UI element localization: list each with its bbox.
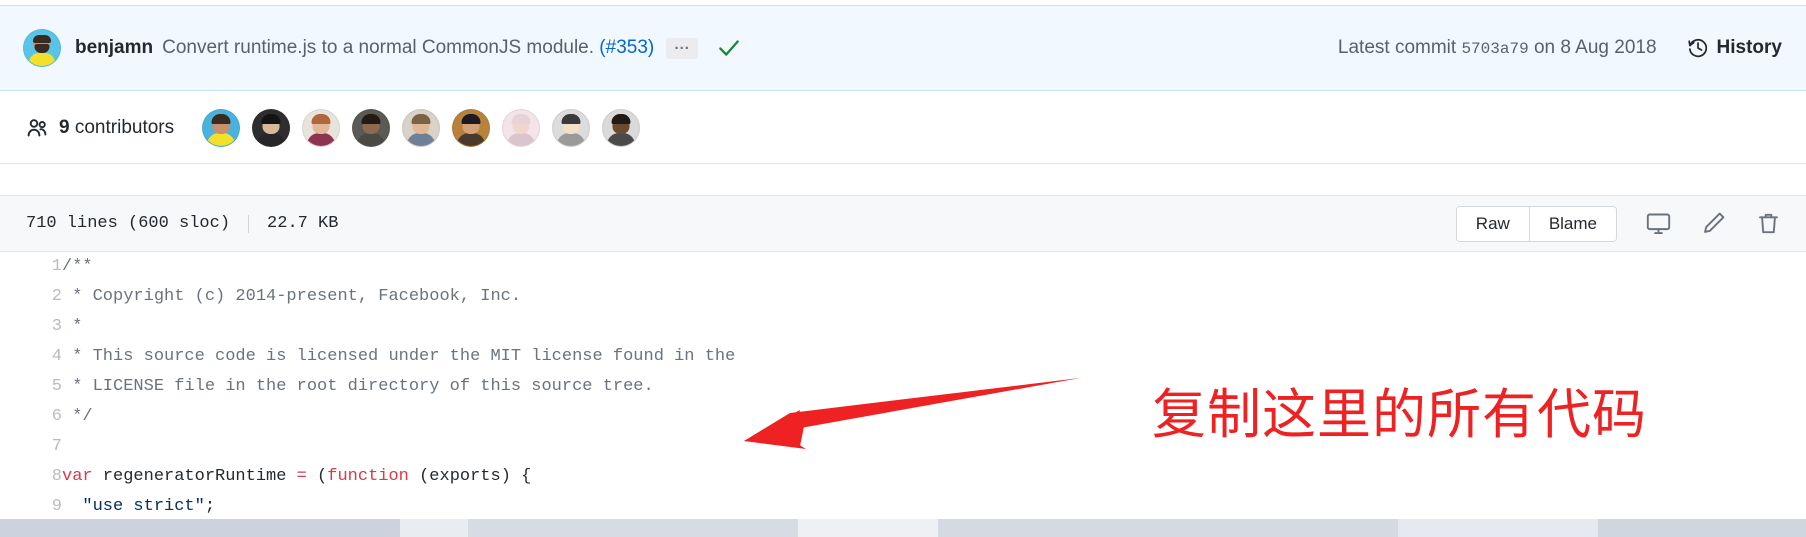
contributor-avatar[interactable] [352, 108, 391, 147]
code-token: function [327, 467, 409, 486]
commit-info-left: benjamn Convert runtime.js to a normal C… [0, 29, 1338, 67]
file-size: 22.7 KB [267, 214, 339, 233]
code-token: ( [306, 467, 328, 486]
line-number[interactable]: 9 [0, 492, 62, 522]
annotation-text: 复制这里的所有代码 [1152, 383, 1647, 446]
code-token: ; [204, 497, 216, 516]
line-number[interactable]: 4 [0, 342, 62, 372]
file-header-bar: 710 lines (600 sloc) 22.7 KB Raw Blame [0, 196, 1806, 252]
contributors-count-label[interactable]: 9 contributors [59, 117, 174, 139]
meta-divider [248, 214, 250, 233]
contributor-avatar[interactable] [452, 108, 491, 147]
line-number[interactable]: 5 [0, 372, 62, 402]
line-content: * [62, 312, 1806, 342]
history-link[interactable]: History [1687, 37, 1782, 59]
pencil-icon[interactable] [1700, 210, 1727, 237]
commit-author-link[interactable]: benjamn [75, 37, 153, 59]
file-meta: 710 lines (600 sloc) 22.7 KB [26, 214, 338, 233]
commit-sha-link[interactable]: 5703a79 [1461, 40, 1528, 58]
code-token: * [62, 317, 83, 336]
file-box: 710 lines (600 sloc) 22.7 KB Raw Blame 1… [0, 195, 1806, 537]
commit-date: on 8 Aug 2018 [1533, 37, 1657, 58]
line-number[interactable]: 3 [0, 312, 62, 342]
people-icon [26, 116, 50, 140]
code-token: (exports) { [408, 467, 532, 486]
window-bottom-strip [0, 519, 1806, 537]
contributors-count: 9 [59, 116, 70, 138]
contributor-avatar[interactable] [552, 108, 591, 147]
latest-commit-label: Latest commit 5703a79 on 8 Aug 2018 [1338, 37, 1657, 59]
code-token: regeneratorRuntime [92, 467, 297, 486]
contributor-avatar[interactable] [252, 108, 291, 147]
contributor-avatar[interactable] [602, 108, 641, 147]
blame-button[interactable]: Blame [1529, 206, 1616, 241]
raw-blame-button-group: Raw Blame [1455, 205, 1617, 242]
file-actions: Raw Blame [1455, 205, 1782, 242]
code-line: 4 * This source code is licensed under t… [0, 342, 1806, 372]
trash-icon[interactable] [1755, 210, 1782, 237]
code-token: * LICENSE file in the root directory of … [62, 377, 654, 396]
desktop-download-icon[interactable] [1645, 210, 1672, 237]
code-line: 9 "use strict"; [0, 492, 1806, 522]
code-token: var [62, 467, 93, 486]
code-token: "use strict" [82, 497, 205, 516]
contributor-avatar[interactable] [402, 108, 441, 147]
commit-message[interactable]: Convert runtime.js to a normal CommonJS … [162, 37, 654, 59]
history-label: History [1716, 37, 1782, 58]
latest-commit-text: Latest commit [1337, 37, 1457, 58]
code-token: /** [62, 257, 93, 276]
clock-icon [1687, 37, 1709, 59]
line-number[interactable]: 7 [0, 432, 62, 462]
latest-commit-header: benjamn Convert runtime.js to a normal C… [0, 5, 1806, 91]
file-lines-info: 710 lines (600 sloc) [26, 214, 231, 233]
github-file-view: benjamn Convert runtime.js to a normal C… [0, 0, 1806, 537]
contributor-avatar[interactable] [202, 108, 241, 147]
line-content: "use strict"; [62, 492, 1806, 522]
contributors-bar: 9 contributors [0, 92, 1806, 164]
commit-message-text: Convert runtime.js to a normal CommonJS … [162, 37, 595, 58]
avatar[interactable] [23, 29, 61, 67]
code-token: * Copyright (c) 2014-present, Facebook, … [62, 287, 522, 306]
code-line: 1/** [0, 252, 1806, 282]
line-content: /** [62, 252, 1806, 282]
code-token: */ [62, 407, 93, 426]
line-content: * This source code is licensed under the… [62, 342, 1806, 372]
contributor-avatar[interactable] [502, 108, 541, 147]
check-icon[interactable] [716, 35, 742, 61]
commit-info-right: Latest commit 5703a79 on 8 Aug 2018 Hist… [1338, 37, 1806, 59]
line-content: * Copyright (c) 2014-present, Facebook, … [62, 282, 1806, 312]
contributor-avatars [202, 108, 652, 147]
line-number[interactable]: 8 [0, 462, 62, 492]
line-number[interactable]: 6 [0, 402, 62, 432]
code-line: 8 var regeneratorRuntime = (function (exp… [0, 462, 1806, 492]
contributors-label: contributors [74, 116, 175, 138]
line-content: var regeneratorRuntime = (function (expo… [62, 462, 1806, 492]
commit-pr-link[interactable]: (#353) [599, 37, 654, 58]
code-line: 3 * [0, 312, 1806, 342]
contributor-avatar[interactable] [302, 108, 341, 147]
line-number[interactable]: 2 [0, 282, 62, 312]
code-line: 2 * Copyright (c) 2014-present, Facebook… [0, 282, 1806, 312]
raw-button[interactable]: Raw [1456, 206, 1530, 241]
code-token: = [296, 467, 307, 486]
code-token: * This source code is licensed under the… [62, 347, 736, 366]
line-number[interactable]: 1 [0, 252, 62, 282]
expand-commit-button[interactable]: ... [666, 37, 699, 59]
